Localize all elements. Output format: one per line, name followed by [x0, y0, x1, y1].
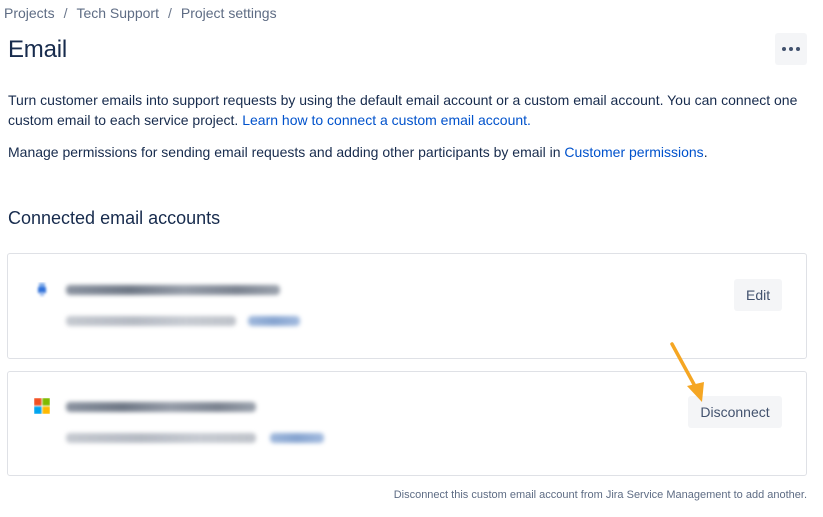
permissions-text: Manage permissions for sending email req…	[8, 144, 565, 160]
page-title: Email	[8, 36, 68, 63]
jira-default-email-icon	[38, 283, 46, 296]
ellipsis-icon	[789, 47, 793, 51]
connected-accounts-title: Connected email accounts	[8, 208, 221, 228]
microsoft-icon	[34, 398, 50, 414]
obscured-status-text	[66, 433, 256, 443]
obscured-email-address	[66, 402, 256, 412]
obscured-view-logs-link[interactable]	[270, 433, 324, 443]
breadcrumb-project-settings[interactable]: Project settings	[181, 5, 277, 21]
edit-button[interactable]: Edit	[734, 279, 782, 311]
intro-description: Turn customer emails into support reques…	[8, 90, 813, 130]
breadcrumb-projects[interactable]: Projects	[4, 5, 55, 21]
disconnect-button[interactable]: Disconnect	[688, 396, 782, 428]
obscured-status-text	[66, 316, 236, 326]
permissions-suffix: .	[703, 144, 708, 160]
breadcrumb-separator: /	[63, 5, 68, 21]
obscured-view-logs-link[interactable]	[248, 316, 300, 326]
learn-more-link[interactable]: Learn how to connect a custom email acco…	[242, 112, 531, 128]
email-account-card-default: Edit	[7, 253, 807, 359]
ellipsis-icon	[782, 47, 786, 51]
breadcrumb-tech-support[interactable]: Tech Support	[76, 5, 159, 21]
ellipsis-icon	[796, 47, 800, 51]
email-account-card-microsoft: Disconnect	[7, 371, 807, 476]
more-actions-button[interactable]	[775, 33, 807, 65]
breadcrumb-separator: /	[167, 5, 172, 21]
customer-permissions-link[interactable]: Customer permissions	[564, 144, 703, 160]
breadcrumb: Projects / Tech Support / Project settings	[4, 5, 277, 21]
permissions-description: Manage permissions for sending email req…	[8, 142, 813, 162]
disconnect-helper-text: Disconnect this custom email account fro…	[393, 489, 807, 501]
obscured-email-address	[66, 285, 280, 295]
